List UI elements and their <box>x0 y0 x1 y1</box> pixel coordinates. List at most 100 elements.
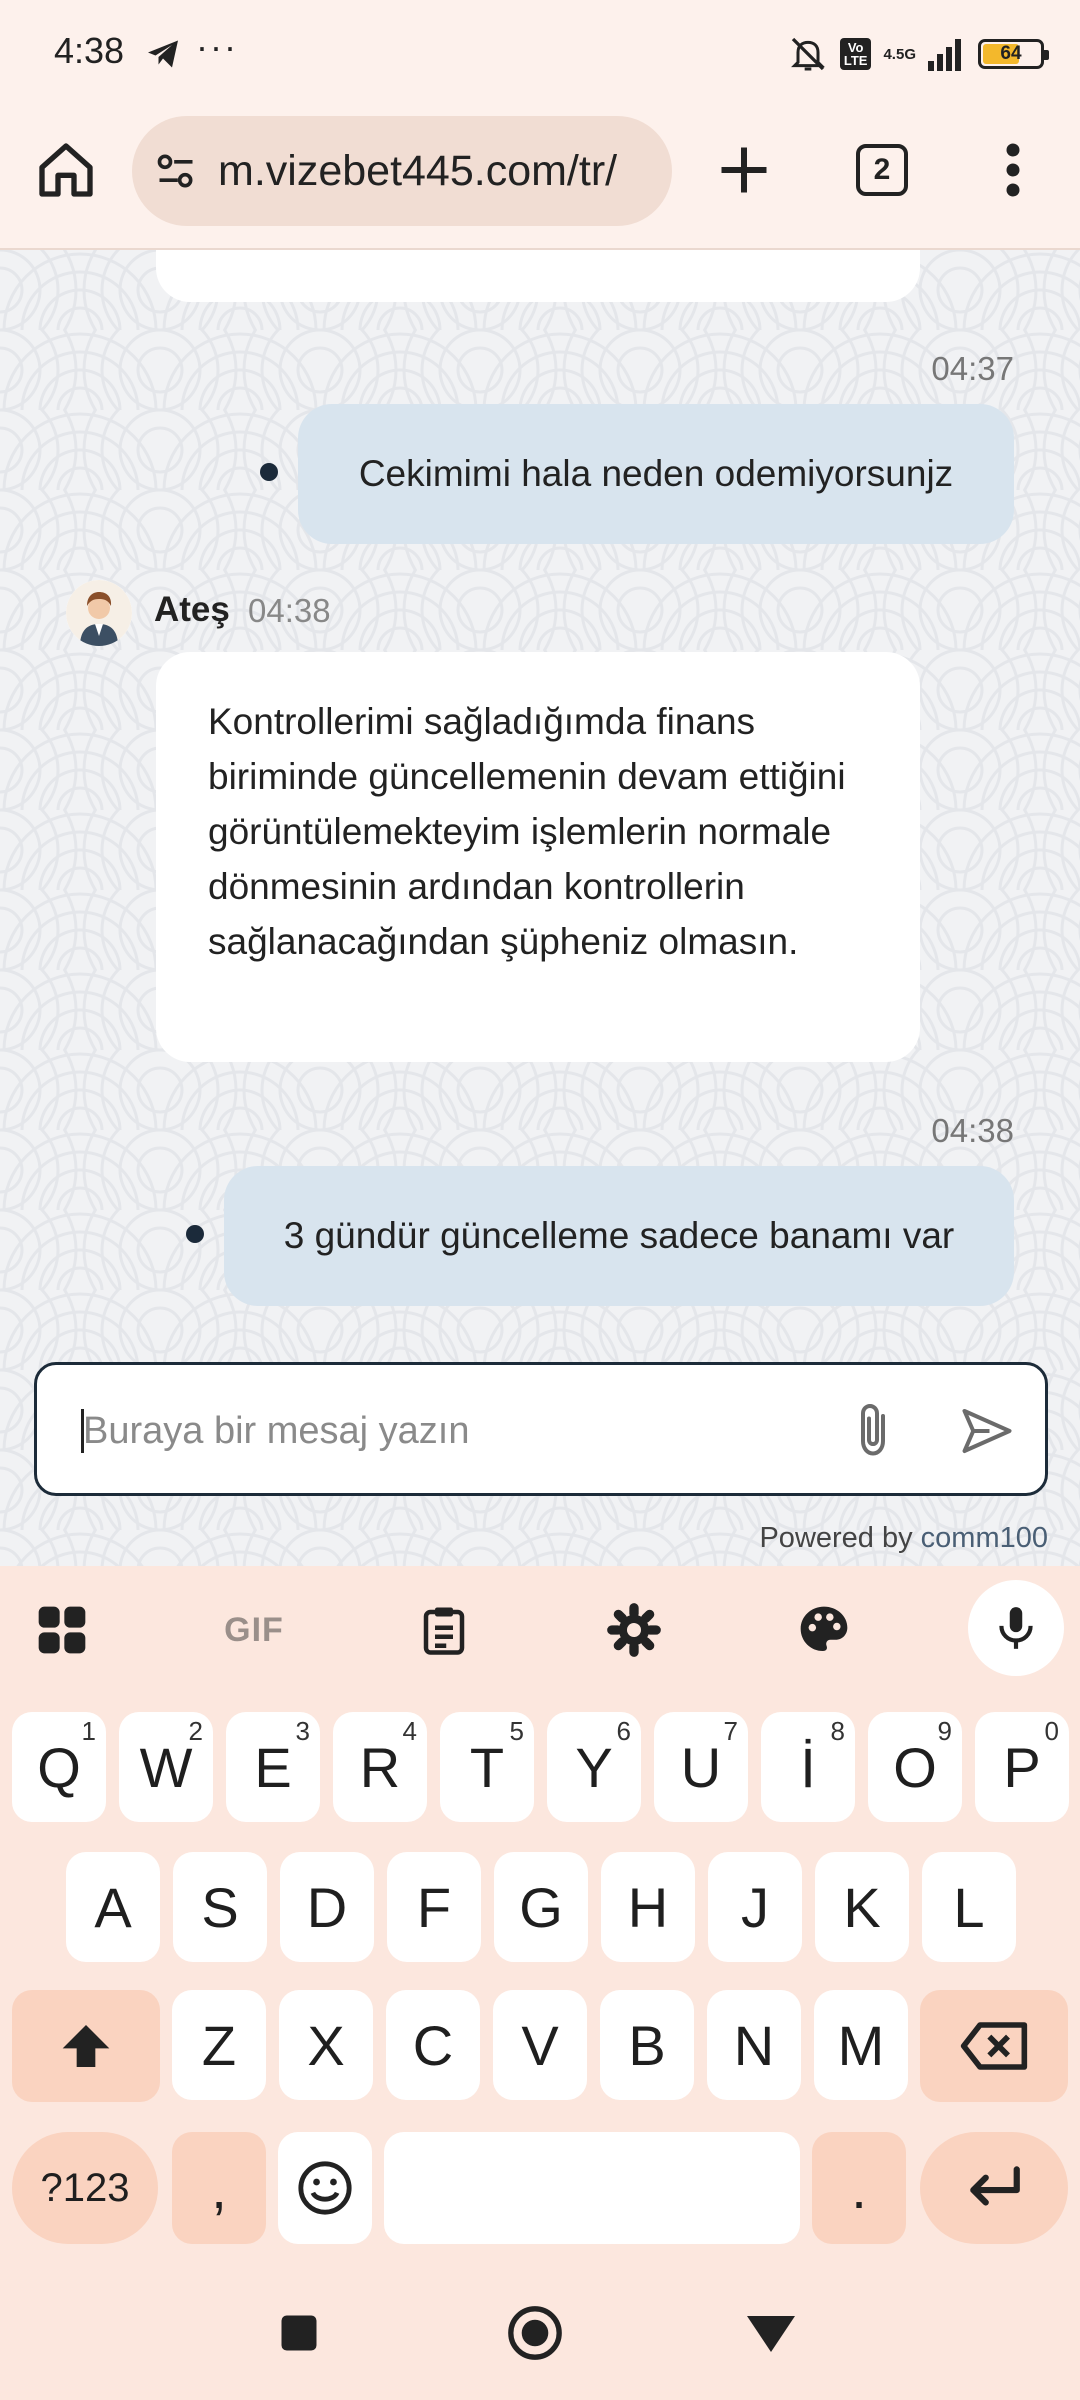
key-label: A <box>94 1875 132 1939</box>
powered-by: Powered by comm100 <box>759 1522 1048 1554</box>
key[interactable]: E3 <box>226 1712 320 1822</box>
message-input[interactable]: Buraya bir mesaj yazın <box>34 1362 1048 1496</box>
battery-icon: 64 <box>978 39 1049 69</box>
previous-message-bubble <box>156 250 920 302</box>
backspace-icon <box>960 2022 1028 2070</box>
key[interactable]: M <box>814 1990 908 2100</box>
key[interactable]: C <box>386 1990 480 2100</box>
tab-switcher-button[interactable]: 2 <box>856 144 908 196</box>
enter-icon <box>970 2166 1020 2206</box>
key[interactable]: H <box>601 1852 695 1962</box>
send-icon[interactable] <box>957 1401 1017 1461</box>
status-time: 4:38 <box>54 30 125 71</box>
unread-dot <box>186 1225 204 1243</box>
mic-icon[interactable] <box>968 1580 1064 1676</box>
clipboard-icon[interactable] <box>404 1590 484 1670</box>
agent-name: Ateş <box>154 590 230 629</box>
key-label: W <box>139 1735 193 1799</box>
key-hint: 1 <box>81 1716 96 1746</box>
back-icon[interactable] <box>746 2314 796 2354</box>
more-notifications-icon: ··· <box>196 26 238 67</box>
key-hint: 6 <box>616 1716 631 1746</box>
key-hint: 3 <box>295 1716 310 1746</box>
key-label: Y <box>575 1735 613 1799</box>
settings-icon[interactable] <box>594 1590 674 1670</box>
outgoing-message: 3 gündür güncelleme sadece banamı var <box>224 1166 1014 1306</box>
enter-key[interactable] <box>920 2132 1068 2244</box>
text-cursor <box>81 1409 84 1453</box>
address-bar[interactable]: m.vizebet445.com/tr/ <box>132 116 672 226</box>
message-time: 04:37 <box>931 350 1014 387</box>
symbols-key[interactable]: ?123 <box>12 2132 158 2244</box>
period-key[interactable]: . <box>812 2132 906 2244</box>
key-hint: 8 <box>830 1716 845 1746</box>
key-label: O <box>893 1735 937 1799</box>
home-nav-icon[interactable] <box>506 2304 564 2362</box>
key-label: P <box>1003 1735 1041 1799</box>
key[interactable]: S <box>173 1852 267 1962</box>
mute-icon <box>790 37 825 71</box>
home-icon[interactable] <box>34 138 98 202</box>
key[interactable]: L <box>922 1852 1016 1962</box>
powered-by-link[interactable]: comm100 <box>921 1522 1048 1554</box>
key[interactable]: D <box>280 1852 374 1962</box>
recents-icon[interactable] <box>278 2312 320 2354</box>
palette-icon[interactable] <box>784 1590 864 1670</box>
key[interactable]: O9 <box>868 1712 962 1822</box>
key[interactable]: B <box>600 1990 694 2100</box>
key[interactable]: A <box>66 1852 160 1962</box>
key-label: G <box>519 1875 563 1939</box>
key-label: E <box>254 1735 292 1799</box>
key-label: Q <box>37 1735 81 1799</box>
key[interactable]: X <box>279 1990 373 2100</box>
key[interactable]: N <box>707 1990 801 2100</box>
message-time: 04:38 <box>931 1112 1014 1149</box>
key-label: Z <box>201 2013 237 2077</box>
key[interactable]: U7 <box>654 1712 748 1822</box>
unread-dot <box>260 463 278 481</box>
new-tab-icon[interactable] <box>714 140 774 200</box>
key[interactable]: Z <box>172 1990 266 2100</box>
key[interactable]: W2 <box>119 1712 213 1822</box>
key-hint: 7 <box>723 1716 738 1746</box>
gif-button[interactable]: GIF <box>214 1590 294 1670</box>
site-settings-icon[interactable] <box>154 149 198 193</box>
key[interactable]: Y6 <box>547 1712 641 1822</box>
key-label: J <box>741 1875 769 1939</box>
shift-icon <box>62 2025 110 2067</box>
key[interactable]: P0 <box>975 1712 1069 1822</box>
key[interactable]: J <box>708 1852 802 1962</box>
key[interactable]: F <box>387 1852 481 1962</box>
key-label: H <box>627 1875 669 1939</box>
key-hint: 4 <box>402 1716 417 1746</box>
key[interactable]: R4 <box>333 1712 427 1822</box>
more-icon[interactable] <box>998 140 1028 200</box>
key-label: L <box>953 1875 985 1939</box>
backspace-key[interactable] <box>920 1990 1068 2102</box>
message-input-placeholder[interactable]: Buraya bir mesaj yazın <box>83 1410 470 1453</box>
key-label: S <box>201 1875 239 1939</box>
space-key[interactable] <box>384 2132 800 2244</box>
key-label: B <box>628 2013 666 2077</box>
apps-icon[interactable] <box>22 1590 102 1670</box>
key[interactable]: T5 <box>440 1712 534 1822</box>
signal-icon <box>928 39 961 71</box>
url-text[interactable]: m.vizebet445.com/tr/ <box>218 147 617 196</box>
key-label: F <box>416 1875 452 1939</box>
incoming-message: Kontrollerimi sağladığımda finans birimi… <box>156 652 920 1062</box>
key-label: N <box>733 2013 775 2077</box>
key-hint: 0 <box>1044 1716 1059 1746</box>
key[interactable]: İ8 <box>761 1712 855 1822</box>
key-label: İ <box>800 1735 816 1799</box>
key[interactable]: K <box>815 1852 909 1962</box>
outgoing-message: Cekimimi hala neden odemiyorsunjz <box>298 404 1014 544</box>
key[interactable]: Q1 <box>12 1712 106 1822</box>
attach-icon[interactable] <box>843 1401 903 1461</box>
key[interactable]: V <box>493 1990 587 2100</box>
key[interactable]: G <box>494 1852 588 1962</box>
comma-key[interactable]: , <box>172 2132 266 2244</box>
emoji-key[interactable] <box>278 2132 372 2244</box>
shift-key[interactable] <box>12 1990 160 2102</box>
key-label: U <box>680 1735 722 1799</box>
battery-percent: 64 <box>1000 43 1022 64</box>
